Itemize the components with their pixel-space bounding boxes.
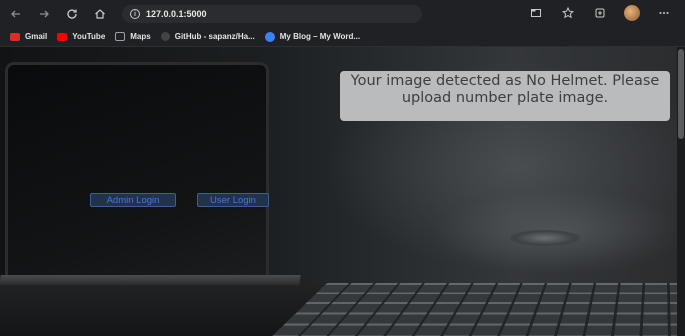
background-laptop-base <box>0 275 301 285</box>
browser-window: i 127.0.0.1:5000 Gmail YouTube Maps GitH… <box>0 0 685 336</box>
gmail-icon <box>10 32 20 41</box>
bookmark-label: Maps <box>130 32 151 41</box>
back-arrow-icon[interactable] <box>4 3 28 25</box>
reload-icon[interactable] <box>60 3 84 25</box>
wordpress-icon <box>264 31 275 42</box>
admin-login-button[interactable]: Admin Login <box>90 193 176 207</box>
bookmark-gmail[interactable]: Gmail <box>10 32 47 41</box>
background-cup <box>510 230 580 246</box>
bookmark-blog[interactable]: My Blog – My Word... <box>264 31 361 42</box>
home-icon[interactable] <box>88 3 112 25</box>
site-info-icon[interactable]: i <box>130 8 140 19</box>
detection-result-message: Your image detected as No Helmet. Please… <box>340 71 670 121</box>
profile-avatar[interactable] <box>623 4 641 22</box>
toolbar-icons <box>527 4 673 22</box>
scrollbar-thumb[interactable] <box>678 49 684 139</box>
github-icon <box>160 32 170 41</box>
page-scrollbar[interactable] <box>677 47 685 336</box>
user-login-button[interactable]: User Login <box>197 193 269 207</box>
bookmarks-bar: Gmail YouTube Maps GitHub - sapanz/Ha...… <box>0 27 685 47</box>
more-menu-icon[interactable] <box>655 4 673 22</box>
bookmark-github[interactable]: GitHub - sapanz/Ha... <box>160 32 255 41</box>
bookmark-label: My Blog – My Word... <box>279 32 361 41</box>
bookmark-label: Gmail <box>25 32 48 41</box>
url-text: 127.0.0.1:5000 <box>146 8 207 19</box>
bookmark-maps[interactable]: Maps <box>115 32 151 41</box>
background-laptop-screen <box>8 65 266 275</box>
bookmark-youtube[interactable]: YouTube <box>57 32 105 41</box>
address-bar[interactable]: i 127.0.0.1:5000 <box>122 4 422 23</box>
favorites-star-icon[interactable] <box>559 4 577 22</box>
background-keyboard-keys <box>265 283 685 336</box>
tab-icon[interactable] <box>527 4 545 22</box>
forward-arrow-icon[interactable] <box>32 3 56 25</box>
bookmark-label: GitHub - sapanz/Ha... <box>174 32 255 41</box>
browser-toolbar: i 127.0.0.1:5000 <box>0 0 685 27</box>
youtube-icon <box>57 32 68 41</box>
maps-icon <box>115 32 126 41</box>
page-content: Your image detected as No Helmet. Please… <box>0 47 685 336</box>
collections-icon[interactable] <box>591 4 609 22</box>
bookmark-label: YouTube <box>72 32 106 41</box>
